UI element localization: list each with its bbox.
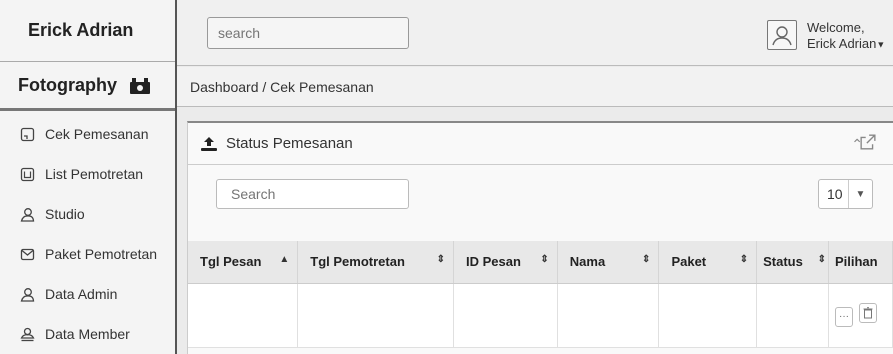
column-label: Pilihan [834,254,878,270]
users-icon [20,327,35,341]
avatar[interactable] [767,20,797,50]
column-label: ID Pesan [465,254,521,270]
sidebar-item-cek-pemesanan[interactable]: Cek Pemesanan [0,114,175,154]
page-size-select[interactable]: 10 ▼ [818,179,873,209]
sidebar-item-label: Data Member [45,326,130,342]
chevron-down-icon: ▼ [876,39,886,50]
column-header-paket[interactable]: Paket ⇕ [658,241,758,284]
page-size-value: 10 [827,186,843,202]
panel-title: Status Pemesanan [226,135,353,152]
column-header-tgl-pemotretan[interactable]: Tgl Pemotretan ⇕ [297,241,454,284]
column-header-nama[interactable]: Nama ⇕ [557,241,660,284]
top-bar: Welcome, Erick Adrian▼ [177,0,893,66]
camera-icon [130,77,150,94]
table-header-row: Tgl Pesan ▲ Tgl Pemotretan ⇕ ID Pesan ⇕ Nam… [188,241,893,284]
more-button[interactable]: ··· [834,306,853,327]
sidebar-item-label: List Pemotretan [45,166,144,182]
order-icon [20,127,35,141]
sort-icon: ⇕ [817,254,826,265]
column-header-id-pesan[interactable]: ID Pesan ⇕ [453,241,558,284]
sidebar-item-data-member[interactable]: Data Member [0,314,175,354]
brand-subtitle-text: Fotography [18,75,117,95]
brand-name: Erick Adrian [0,0,175,62]
sidebar-item-label: Data Admin [45,286,118,302]
column-label: Tgl Pemotretan [310,254,405,270]
sidebar-item-paket-pemotretan[interactable]: Paket Pemotretan [0,234,175,274]
user-icon [20,207,35,222]
table-cell [297,283,454,348]
expand-icon[interactable] [859,134,877,150]
sort-icon: ⇕ [540,254,549,265]
trash-icon [863,307,873,319]
mail-icon [20,248,35,260]
sort-icon: ⇕ [739,254,749,265]
list-icon [20,167,35,181]
sidebar-item-label: Cek Pemesanan [45,126,149,142]
search-input[interactable] [207,17,409,49]
table-cell [658,283,758,348]
sidebar-item-studio[interactable]: Studio [0,194,175,234]
status-panel: Status Pemesanan ⌃ 10 ▼ Tgl Pesan ▲ Tgl P… [187,121,893,354]
breadcrumb: Dashboard / Cek Pemesanan [177,67,893,107]
panel-header: Status Pemesanan ⌃ [188,123,893,165]
table-cell [453,283,558,348]
column-label: Paket [671,254,707,270]
sidebar: Erick Adrian Fotography Cek Pemesanan Li… [0,0,177,354]
sort-icon: ⇕ [642,254,651,265]
user-icon [20,287,35,302]
sort-asc-icon: ▲ [279,254,290,265]
delete-button[interactable] [858,303,877,324]
column-header-pilihan: Pilihan [828,241,893,284]
user-name: Erick Adrian [807,36,877,51]
column-label: Nama [569,254,606,270]
table-cell [557,283,660,348]
sort-icon: ⇕ [436,254,445,265]
column-label: Tgl Pesan [200,254,262,270]
column-header-status[interactable]: Status ⇕ [756,241,829,284]
sidebar-item-label: Paket Pemotretan [45,246,158,262]
welcome-text: Welcome, [807,20,865,35]
table-search-input[interactable] [216,179,409,209]
orders-table: Tgl Pesan ▲ Tgl Pemotretan ⇕ ID Pesan ⇕ Nam… [188,241,893,348]
brand-subtitle: Fotography [0,63,175,111]
sidebar-item-data-admin[interactable]: Data Admin [0,274,175,314]
column-header-tgl-pesan[interactable]: Tgl Pesan ▲ [188,241,299,284]
user-menu[interactable]: Welcome, Erick Adrian▼ [807,20,885,53]
user-icon [772,26,792,46]
table-row: ··· [188,283,893,348]
column-label: Status [763,254,803,270]
upload-icon [201,136,217,151]
chevron-down-icon: ▼ [848,180,872,208]
table-cell-actions: ··· [828,283,893,348]
sidebar-item-list-pemotretan[interactable]: List Pemotretan [0,154,175,194]
sidebar-nav: Cek Pemesanan List Pemotretan Studio Pak… [0,114,175,354]
table-cell [756,283,829,348]
table-cell [188,283,299,348]
sidebar-item-label: Studio [45,206,85,222]
